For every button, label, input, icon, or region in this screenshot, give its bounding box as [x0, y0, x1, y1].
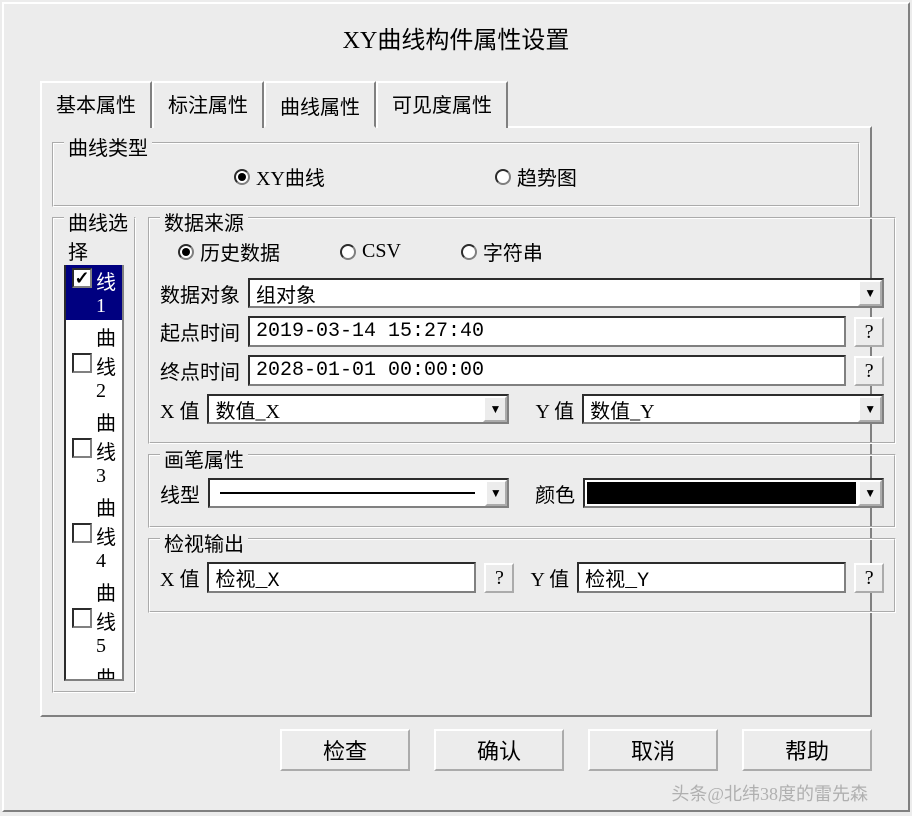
list-item-label: 曲线2	[96, 322, 116, 403]
tab-bar: 基本属性 标注属性 曲线属性 可见度属性	[40, 79, 872, 126]
radio-icon	[340, 244, 356, 260]
list-item[interactable]: 曲线2	[66, 320, 122, 405]
ok-button[interactable]: 确认	[434, 729, 564, 771]
start-time-help-button[interactable]: ?	[854, 317, 884, 347]
chevron-down-icon: ▼	[858, 396, 882, 422]
list-item[interactable]: 曲线6	[66, 660, 122, 681]
radio-xy-curve[interactable]: XY曲线	[234, 162, 325, 191]
inspect-x-help-button[interactable]: ?	[484, 563, 514, 593]
color-label: 颜色	[535, 479, 575, 508]
inspect-y-label: Y 值	[530, 563, 569, 592]
list-item-label: 曲线6	[96, 662, 116, 681]
line-sample-icon	[220, 492, 475, 494]
chevron-down-icon: ▼	[485, 480, 507, 506]
check-button[interactable]: 检查	[280, 729, 410, 771]
curve-listbox[interactable]: 曲线1 曲线2 曲线3 曲线4	[64, 233, 124, 681]
x-value-label: X 值	[160, 395, 199, 424]
checkbox-icon[interactable]	[72, 438, 92, 458]
radio-label: 趋势图	[517, 162, 577, 191]
radio-label: 字符串	[483, 237, 543, 266]
pen-group: 画笔属性 线型 ▼ 颜色 ▼	[148, 454, 896, 528]
line-type-select[interactable]: ▼	[208, 478, 509, 508]
property-dialog: XY曲线构件属性设置 基本属性 标注属性 曲线属性 可见度属性 曲线类型 XY曲…	[2, 2, 910, 812]
list-item-label: 曲线3	[96, 407, 116, 488]
radio-history-data[interactable]: 历史数据	[178, 237, 280, 266]
inspect-group: 检视输出 X 值 ? Y 值 ?	[148, 538, 896, 613]
radio-icon	[178, 244, 194, 260]
radio-csv[interactable]: CSV	[340, 237, 401, 266]
chevron-down-icon: ▼	[858, 280, 882, 306]
end-time-input[interactable]	[248, 355, 846, 386]
watermark: 头条@北纬38度的雷先森	[671, 780, 868, 806]
inspect-x-input[interactable]	[207, 562, 476, 593]
checkbox-icon[interactable]	[72, 268, 92, 288]
curve-select-group: 曲线选择 曲线1 曲线2 曲线3	[52, 217, 136, 693]
radio-icon	[495, 169, 511, 185]
radio-icon	[234, 169, 250, 185]
list-item-label: 曲线5	[96, 577, 116, 658]
x-value-select[interactable]: 数值_X ▼	[207, 394, 509, 424]
tab-panel: 曲线类型 XY曲线 趋势图 曲线选择	[40, 126, 872, 717]
checkbox-icon[interactable]	[72, 353, 92, 373]
pen-legend: 画笔属性	[160, 444, 248, 473]
tab-basic[interactable]: 基本属性	[40, 81, 152, 128]
data-source-legend: 数据来源	[160, 207, 248, 236]
start-time-input[interactable]	[248, 316, 846, 347]
checkbox-icon[interactable]	[72, 523, 92, 543]
data-object-label: 数据对象	[160, 279, 240, 308]
dialog-title: XY曲线构件属性设置	[4, 4, 908, 71]
chevron-down-icon: ▼	[483, 396, 507, 422]
radio-label: XY曲线	[256, 162, 325, 191]
line-type-label: 线型	[160, 479, 200, 508]
radio-string[interactable]: 字符串	[461, 237, 543, 266]
select-value: 组对象	[250, 279, 322, 308]
radio-label: 历史数据	[200, 237, 280, 266]
tab-visibility[interactable]: 可见度属性	[376, 81, 508, 128]
radio-icon	[461, 244, 477, 260]
inspect-legend: 检视输出	[160, 528, 248, 557]
y-value-select[interactable]: 数值_Y ▼	[582, 394, 884, 424]
curve-select-legend: 曲线选择	[64, 207, 134, 265]
end-time-label: 终点时间	[160, 356, 240, 385]
data-source-group: 数据来源 历史数据 CSV	[148, 217, 896, 444]
dialog-buttons: 检查 确认 取消 帮助	[40, 729, 872, 771]
list-item-label: 曲线4	[96, 492, 116, 573]
color-swatch	[587, 482, 856, 504]
tab-annotation[interactable]: 标注属性	[152, 81, 264, 128]
help-button[interactable]: 帮助	[742, 729, 872, 771]
curve-type-legend: 曲线类型	[64, 132, 152, 161]
cancel-button[interactable]: 取消	[588, 729, 718, 771]
checkbox-icon[interactable]	[72, 608, 92, 628]
inspect-x-label: X 值	[160, 563, 199, 592]
start-time-label: 起点时间	[160, 317, 240, 346]
inspect-y-help-button[interactable]: ?	[854, 563, 884, 593]
select-value: 数值_Y	[584, 395, 660, 424]
inspect-y-input[interactable]	[577, 562, 846, 593]
tab-curve[interactable]: 曲线属性	[264, 81, 376, 128]
list-item[interactable]: 曲线4	[66, 490, 122, 575]
list-item[interactable]: 曲线3	[66, 405, 122, 490]
data-object-select[interactable]: 组对象 ▼	[248, 278, 884, 308]
list-item[interactable]: 曲线5	[66, 575, 122, 660]
radio-trend-chart[interactable]: 趋势图	[495, 162, 577, 191]
y-value-label: Y 值	[535, 395, 574, 424]
color-select[interactable]: ▼	[583, 478, 884, 508]
curve-type-group: 曲线类型 XY曲线 趋势图	[52, 142, 860, 207]
radio-label: CSV	[362, 240, 401, 263]
end-time-help-button[interactable]: ?	[854, 356, 884, 386]
chevron-down-icon: ▼	[858, 480, 882, 506]
select-value: 数值_X	[209, 395, 285, 424]
